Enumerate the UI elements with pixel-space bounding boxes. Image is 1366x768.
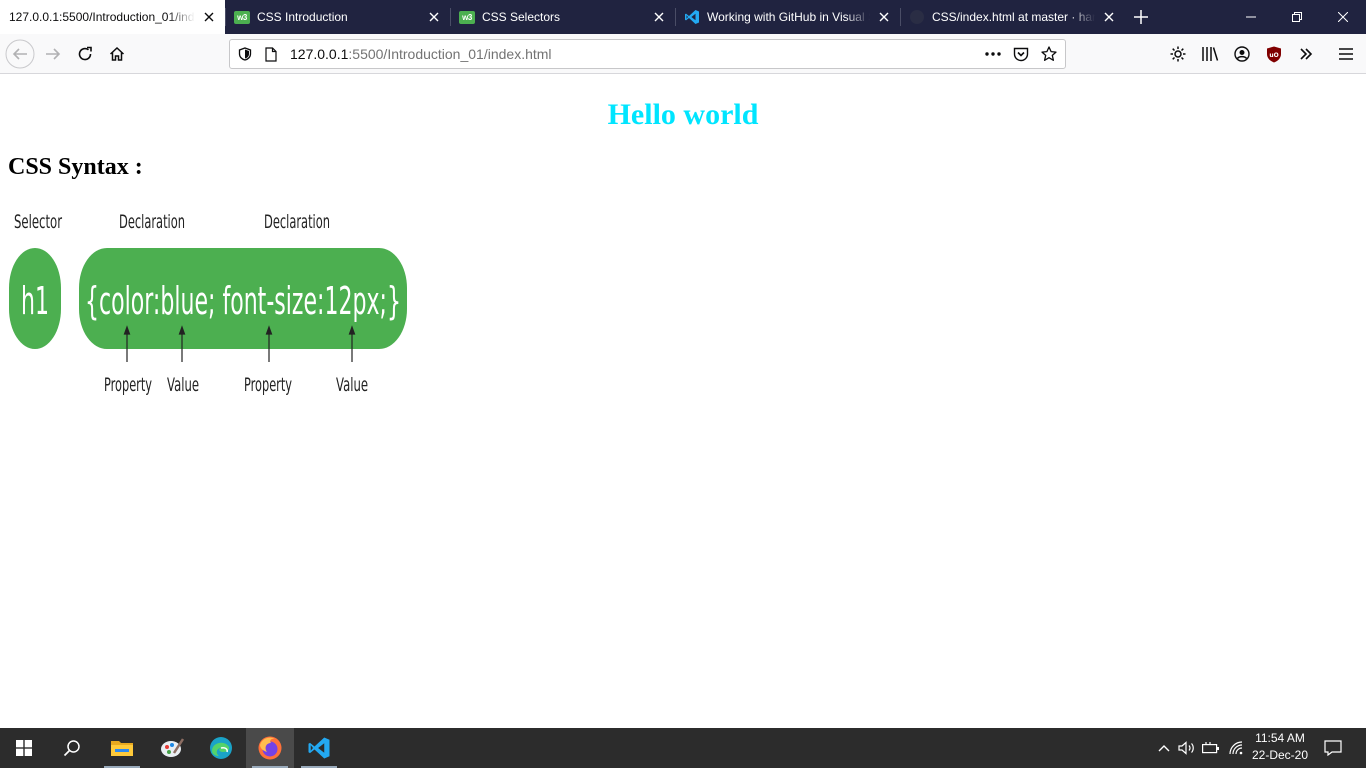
back-button[interactable] bbox=[4, 38, 36, 70]
close-icon bbox=[1338, 12, 1348, 22]
library-icon bbox=[1202, 47, 1219, 61]
battery-button[interactable] bbox=[1200, 728, 1222, 768]
url-host: 127.0.0.1 bbox=[290, 46, 349, 62]
clock-time: 11:54 AM bbox=[1255, 731, 1305, 745]
close-window-button[interactable] bbox=[1320, 0, 1366, 34]
hamburger-menu-button[interactable] bbox=[1330, 38, 1362, 70]
forward-button[interactable] bbox=[37, 38, 69, 70]
value-label: Value bbox=[336, 374, 368, 396]
tab-strip: 127.0.0.1:5500/Introduction_01/index.htm… bbox=[0, 0, 1366, 34]
tab-css-selectors[interactable]: w3 CSS Selectors bbox=[450, 0, 675, 34]
page-heading: Hello world bbox=[607, 98, 759, 131]
reload-button[interactable] bbox=[69, 38, 101, 70]
edge-button[interactable] bbox=[197, 728, 245, 768]
declaration-label: Declaration bbox=[119, 211, 185, 233]
firefox-icon bbox=[258, 736, 282, 760]
declaration-label: Declaration bbox=[264, 211, 330, 233]
property-label: Property bbox=[244, 374, 292, 396]
chevron-up-icon bbox=[1158, 745, 1170, 752]
firefox-button[interactable] bbox=[246, 728, 294, 768]
tab-title: 127.0.0.1:5500/Introduction_01/index.htm… bbox=[9, 10, 195, 24]
windows-taskbar: 11:54 AM 22-Dec-20 bbox=[0, 728, 1366, 768]
github-icon bbox=[909, 9, 925, 25]
url-path: :5500/Introduction_01/index.html bbox=[348, 46, 552, 62]
system-clock[interactable]: 11:54 AM 22-Dec-20 bbox=[1244, 730, 1316, 766]
close-tab-icon[interactable] bbox=[201, 9, 217, 25]
home-icon bbox=[109, 46, 125, 61]
close-tab-icon[interactable] bbox=[876, 9, 892, 25]
w3schools-icon: w3 bbox=[459, 9, 475, 25]
url-bar[interactable]: 127.0.0.1:5500/Introduction_01/index.htm… bbox=[229, 39, 1066, 69]
tab-title: CSS Introduction bbox=[257, 10, 348, 24]
vscode-icon bbox=[308, 737, 330, 759]
edge-icon bbox=[210, 737, 232, 759]
ublock-button[interactable]: uO bbox=[1258, 38, 1290, 70]
tab-css-introduction[interactable]: w3 CSS Introduction bbox=[225, 0, 450, 34]
close-tab-icon[interactable] bbox=[426, 9, 442, 25]
overflow-menu-button[interactable] bbox=[1290, 38, 1322, 70]
minimize-icon bbox=[1246, 16, 1256, 18]
selector-text: h1 bbox=[21, 279, 49, 323]
start-button[interactable] bbox=[0, 728, 48, 768]
navigation-toolbar: 127.0.0.1:5500/Introduction_01/index.htm… bbox=[0, 34, 1366, 74]
search-icon bbox=[63, 740, 80, 757]
wifi-icon bbox=[1229, 741, 1243, 755]
selector-label: Selector bbox=[14, 211, 62, 233]
file-explorer-icon bbox=[111, 741, 133, 756]
section-heading: CSS Syntax : bbox=[8, 154, 143, 180]
plus-icon bbox=[1134, 10, 1148, 24]
minimize-button[interactable] bbox=[1228, 0, 1274, 34]
svg-text:uO: uO bbox=[1269, 52, 1278, 59]
battery-charging-icon bbox=[1202, 742, 1219, 754]
tab-github-css[interactable]: CSS/index.html at master · hari bbox=[900, 0, 1125, 34]
tab-localhost[interactable]: 127.0.0.1:5500/Introduction_01/index.htm… bbox=[0, 0, 225, 34]
tab-title: Working with GitHub in Visual Studio Cod… bbox=[707, 10, 870, 24]
declaration-text: {color:blue; font-size:12px;} bbox=[85, 279, 401, 323]
search-button[interactable] bbox=[48, 728, 96, 768]
bookmark-star-icon[interactable] bbox=[1035, 40, 1063, 68]
w3schools-icon: w3 bbox=[234, 9, 250, 25]
gear-icon bbox=[1170, 46, 1186, 62]
vscode-button[interactable] bbox=[295, 728, 343, 768]
restore-button[interactable] bbox=[1274, 0, 1320, 34]
home-button[interactable] bbox=[101, 38, 133, 70]
ublock-origin-icon: uO bbox=[1267, 46, 1281, 62]
action-center-button[interactable] bbox=[1318, 728, 1348, 768]
account-icon bbox=[1234, 46, 1250, 62]
value-label: Value bbox=[167, 374, 199, 396]
volume-button[interactable] bbox=[1176, 728, 1198, 768]
back-arrow-icon bbox=[5, 39, 35, 69]
pocket-icon[interactable] bbox=[1007, 40, 1035, 68]
windows-logo-icon bbox=[16, 740, 32, 756]
tab-title: CSS Selectors bbox=[482, 10, 561, 24]
tab-title: CSS/index.html at master · hari bbox=[932, 10, 1095, 24]
page-actions-icon[interactable] bbox=[979, 40, 1007, 68]
reload-icon bbox=[78, 46, 92, 61]
css-syntax-image: Selector Declaration Declaration h1 {col… bbox=[0, 200, 420, 400]
clock-date: 22-Dec-20 bbox=[1251, 748, 1309, 762]
paint-button[interactable] bbox=[148, 728, 196, 768]
forward-arrow-icon bbox=[46, 48, 61, 60]
account-button[interactable] bbox=[1226, 38, 1258, 70]
paint-icon bbox=[161, 738, 184, 757]
tab-github-vscode[interactable]: Working with GitHub in Visual Studio Cod… bbox=[675, 0, 900, 34]
speaker-icon bbox=[1178, 741, 1194, 755]
show-hidden-icons-button[interactable] bbox=[1154, 728, 1174, 768]
tracking-shield-icon[interactable] bbox=[232, 40, 258, 68]
close-tab-icon[interactable] bbox=[1101, 9, 1117, 25]
restore-icon bbox=[1292, 12, 1302, 22]
file-explorer-button[interactable] bbox=[98, 728, 146, 768]
new-tab-button[interactable] bbox=[1125, 0, 1157, 34]
page-info-icon[interactable] bbox=[258, 40, 284, 68]
url-text[interactable]: 127.0.0.1:5500/Introduction_01/index.htm… bbox=[290, 46, 979, 62]
notification-icon bbox=[1324, 740, 1342, 756]
property-label: Property bbox=[104, 374, 152, 396]
chevron-double-right-icon bbox=[1300, 48, 1313, 60]
vscode-icon bbox=[684, 9, 700, 25]
close-tab-icon[interactable] bbox=[651, 9, 667, 25]
extension-button[interactable] bbox=[1162, 38, 1194, 70]
page-content: Hello world CSS Syntax : Selector Declar… bbox=[0, 74, 1366, 728]
hamburger-icon bbox=[1339, 48, 1353, 60]
library-button[interactable] bbox=[1194, 38, 1226, 70]
